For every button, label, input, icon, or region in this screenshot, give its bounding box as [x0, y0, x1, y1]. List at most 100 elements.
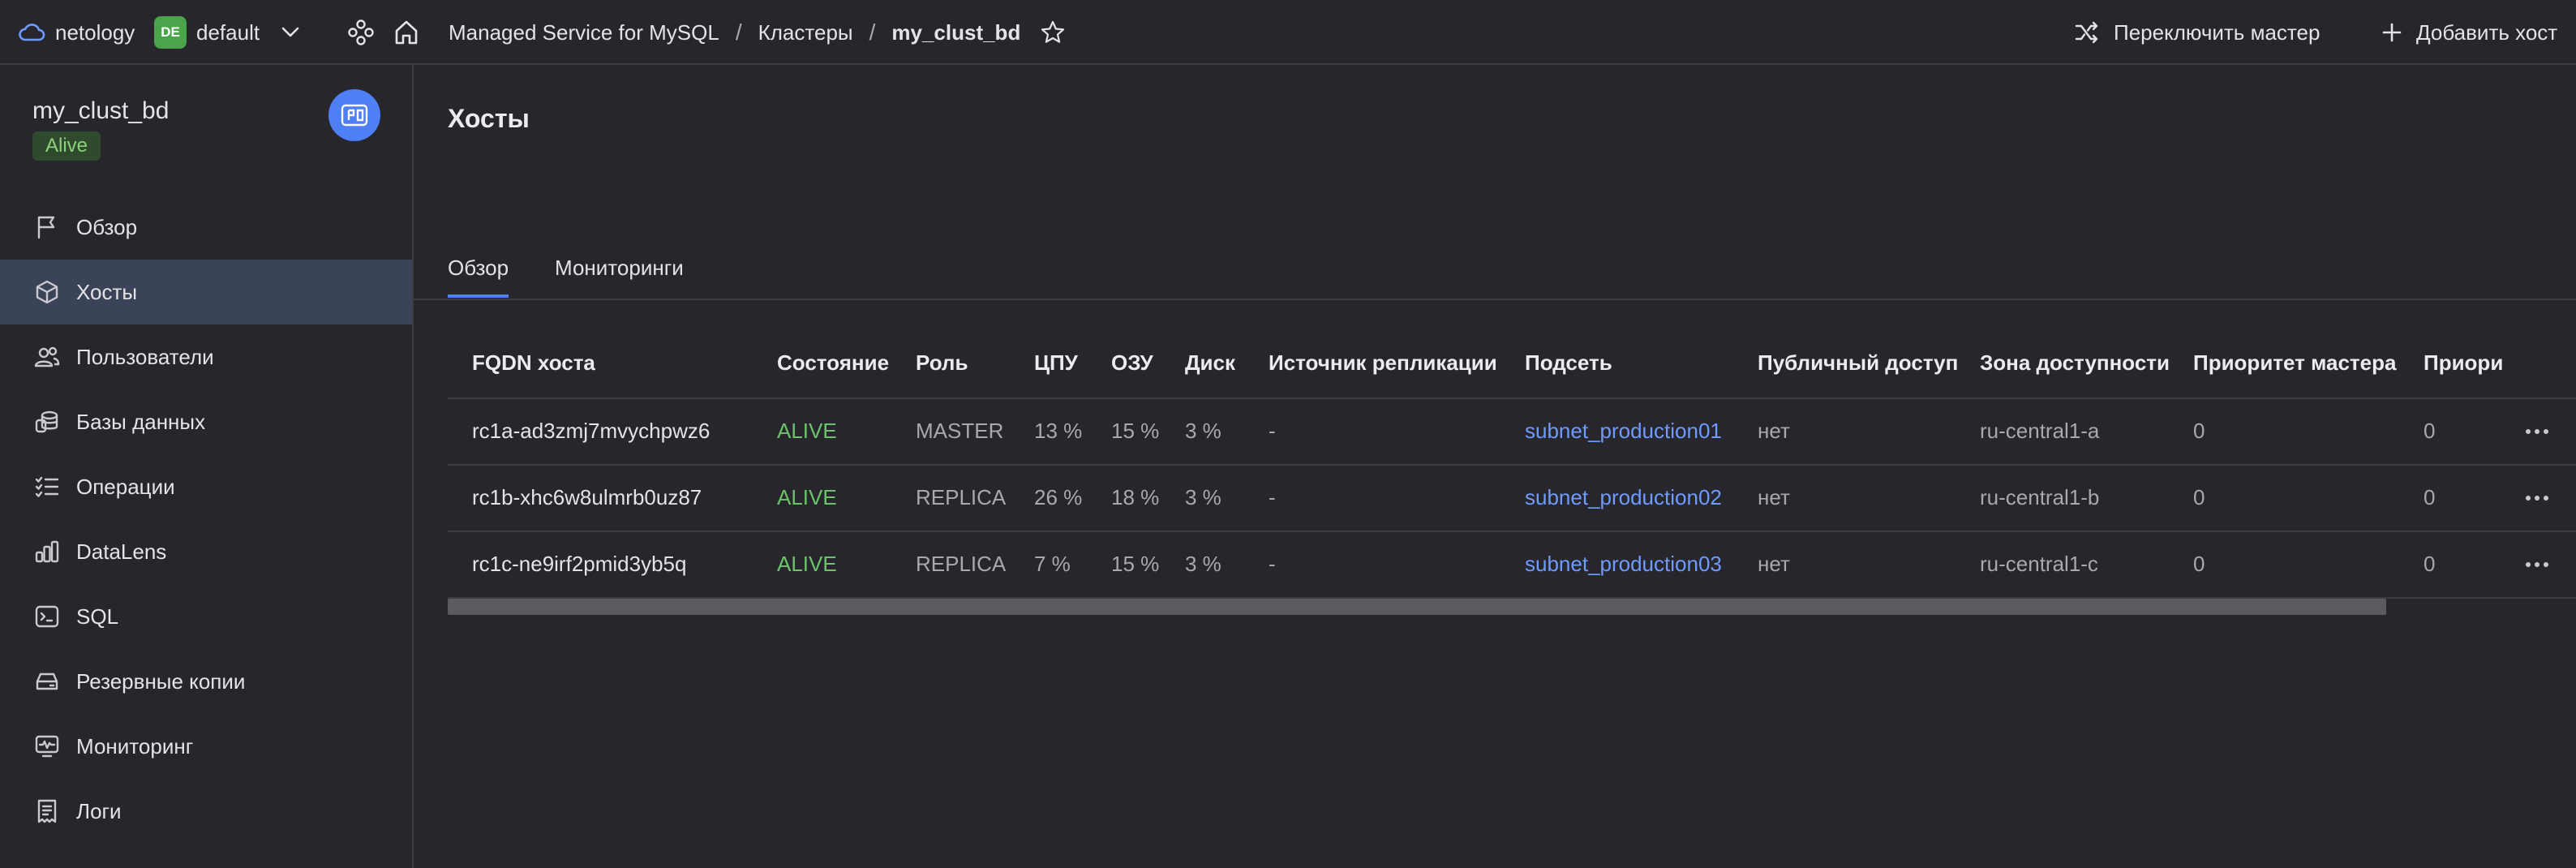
breadcrumb-separator: /	[735, 19, 742, 45]
tabs: Обзор Мониторинги	[414, 211, 2576, 300]
table-header: FQDN хоста Состояние Роль ЦПУ ОЗУ Диск И…	[448, 300, 2576, 399]
list-checks-icon	[32, 472, 62, 501]
cell-priority: 0	[2424, 419, 2436, 443]
add-host-button[interactable]: Добавить хост	[2382, 0, 2557, 65]
cell-replication-source: -	[1269, 485, 1276, 509]
cell-replication-source: -	[1269, 552, 1276, 576]
cell-zone: ru-central1-b	[1980, 485, 2100, 509]
cell-priority: 0	[2424, 552, 2436, 576]
sidebar-item-datalens[interactable]: DataLens	[0, 519, 412, 584]
cell-disk: 3 %	[1185, 552, 1221, 576]
sidebar-item-label: Хосты	[76, 279, 138, 304]
cell-state: ALIVE	[777, 485, 837, 509]
sidebar-item-operations[interactable]: Операции	[0, 454, 412, 519]
cell-fqdn: rc1b-xhc6w8ulmrb0uz87	[472, 485, 702, 509]
hosts-table: FQDN хоста Состояние Роль ЦПУ ОЗУ Диск И…	[448, 300, 2576, 641]
folder-name: default	[196, 19, 260, 45]
terminal-icon	[32, 602, 62, 631]
cell-disk: 3 %	[1185, 485, 1221, 509]
mysql-service-icon	[328, 89, 380, 141]
more-actions-icon[interactable]	[2521, 417, 2553, 446]
sidebar-item-databases[interactable]: Базы данных	[0, 389, 412, 454]
chevron-down-icon[interactable]	[281, 26, 300, 39]
sidebar-item-label: Обзор	[76, 214, 138, 239]
sidebar-item-hosts[interactable]: Хосты	[0, 260, 412, 324]
backup-drive-icon	[32, 667, 62, 696]
table-row[interactable]: rc1a-ad3zmj7mvychpwz6 ALIVE MASTER 13 % …	[448, 399, 2576, 466]
sidebar-item-label: SQL	[76, 604, 119, 629]
cell-replication-source: -	[1269, 419, 1276, 443]
sidebar-item-label: Логи	[76, 798, 122, 823]
breadcrumb: Managed Service for MySQL / Кластеры / m…	[449, 0, 1066, 65]
sidebar-item-users[interactable]: Пользователи	[0, 324, 412, 389]
database-icon	[32, 407, 62, 436]
column-header-fqdn[interactable]: FQDN хоста	[472, 350, 595, 376]
cell-ram: 15 %	[1111, 419, 1160, 443]
cell-fqdn: rc1c-ne9irf2pmid3yb5q	[472, 552, 687, 576]
cell-role: REPLICA	[916, 552, 1007, 576]
horizontal-scrollbar[interactable]	[448, 599, 2386, 615]
column-header-priority-truncated[interactable]: Приори	[2424, 350, 2503, 376]
cell-role: MASTER	[916, 419, 1004, 443]
services-icon[interactable]	[347, 0, 375, 65]
cell-public-access: нет	[1758, 552, 1790, 576]
receipt-icon	[32, 797, 62, 826]
status-badge: Alive	[32, 131, 101, 161]
cell-priority: 0	[2424, 485, 2436, 509]
cell-public-access: нет	[1758, 485, 1790, 509]
folder-badge: DE	[154, 16, 187, 49]
table-row[interactable]: rc1c-ne9irf2pmid3yb5q ALIVE REPLICA 7 % …	[448, 532, 2576, 599]
column-header-replication-source[interactable]: Источник репликации	[1269, 350, 1497, 376]
tab-overview[interactable]: Обзор	[448, 256, 509, 298]
more-actions-icon[interactable]	[2521, 483, 2553, 513]
sidebar-item-overview[interactable]: Обзор	[0, 195, 412, 260]
cell-master-priority: 0	[2193, 552, 2205, 576]
sidebar-item-sql[interactable]: SQL	[0, 584, 412, 649]
table-row[interactable]: rc1b-xhc6w8ulmrb0uz87 ALIVE REPLICA 26 %…	[448, 466, 2576, 532]
plus-icon	[2382, 23, 2402, 42]
sidebar-item-label: Базы данных	[76, 409, 206, 434]
cell-master-priority: 0	[2193, 419, 2205, 443]
cell-zone: ru-central1-a	[1980, 419, 2100, 443]
sidebar-item-monitoring[interactable]: Мониторинг	[0, 714, 412, 779]
column-header-zone[interactable]: Зона доступности	[1980, 350, 2170, 376]
breadcrumb-current: my_clust_bd	[891, 19, 1021, 45]
column-header-disk[interactable]: Диск	[1185, 350, 1235, 376]
column-header-state[interactable]: Состояние	[777, 350, 889, 376]
more-actions-icon[interactable]	[2521, 550, 2553, 579]
star-icon[interactable]	[1040, 19, 1066, 45]
cell-subnet-link[interactable]: subnet_production01	[1525, 419, 1722, 444]
sidebar-item-logs[interactable]: Логи	[0, 779, 412, 844]
org-switcher[interactable]: netology	[18, 0, 135, 65]
cell-master-priority: 0	[2193, 485, 2205, 509]
cloud-icon	[18, 22, 45, 43]
column-header-public-access[interactable]: Публичный доступ	[1758, 350, 1958, 376]
column-header-ram[interactable]: ОЗУ	[1111, 350, 1153, 376]
cell-cpu: 26 %	[1034, 485, 1083, 509]
sidebar-item-label: DataLens	[76, 539, 167, 564]
switch-master-button[interactable]: Переключить мастер	[2075, 0, 2320, 65]
cell-subnet-link[interactable]: subnet_production03	[1525, 552, 1722, 577]
sidebar-item-backups[interactable]: Резервные копии	[0, 649, 412, 714]
cell-fqdn: rc1a-ad3zmj7mvychpwz6	[472, 419, 711, 443]
sidebar-item-label: Пользователи	[76, 344, 214, 369]
column-header-subnet[interactable]: Подсеть	[1525, 350, 1612, 376]
users-icon	[32, 342, 62, 372]
add-host-label: Добавить хост	[2416, 19, 2558, 45]
column-header-master-priority[interactable]: Приоритет мастера	[2193, 350, 2396, 376]
home-icon[interactable]	[393, 0, 420, 65]
main-content: Хосты Обзор Мониторинги FQDN хоста Состо…	[414, 65, 2576, 868]
page-title: Хосты	[448, 104, 530, 133]
cell-subnet-link[interactable]: subnet_production02	[1525, 485, 1722, 510]
breadcrumb-clusters[interactable]: Кластеры	[758, 20, 853, 45]
cube-icon	[32, 277, 62, 307]
sidebar-item-label: Операции	[76, 474, 175, 499]
tab-monitoring[interactable]: Мониторинги	[555, 256, 684, 281]
cell-disk: 3 %	[1185, 419, 1221, 443]
shuffle-icon	[2075, 21, 2099, 44]
column-header-cpu[interactable]: ЦПУ	[1034, 350, 1078, 376]
cell-zone: ru-central1-c	[1980, 552, 2098, 576]
breadcrumb-service[interactable]: Managed Service for MySQL	[449, 20, 719, 45]
column-header-role[interactable]: Роль	[916, 350, 968, 376]
folder-switcher[interactable]: DE default	[154, 0, 300, 65]
